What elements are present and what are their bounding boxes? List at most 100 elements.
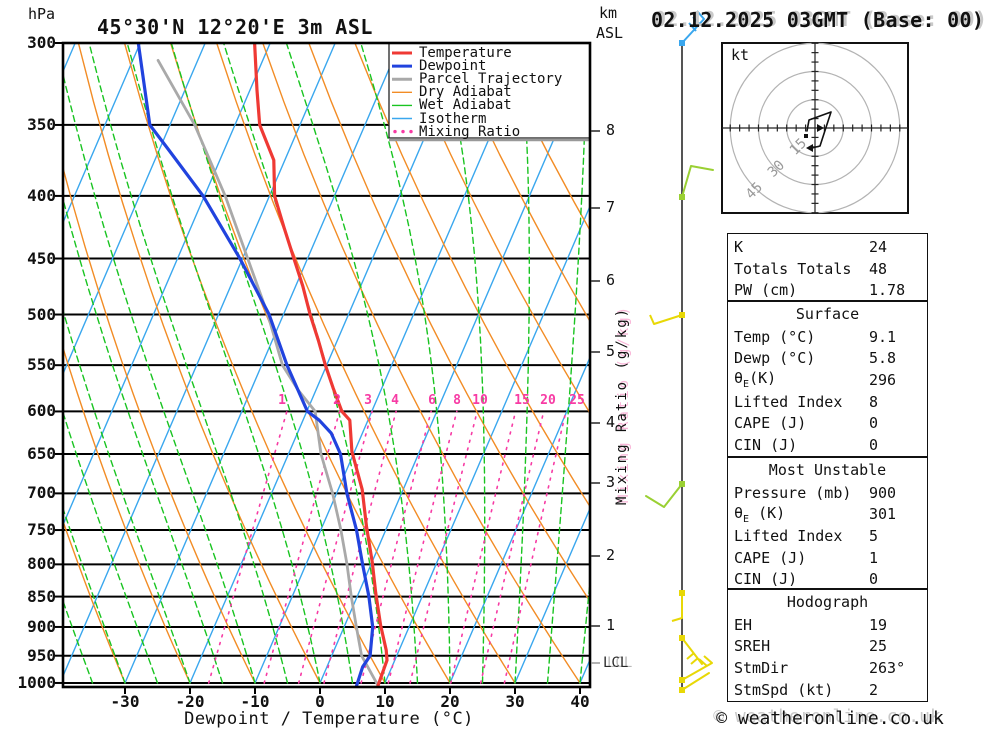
- copyright: © weatheronline.co.uk: [716, 708, 944, 729]
- lcl-marker-label: LCL: [603, 655, 629, 671]
- km-tick-label: 1: [606, 616, 616, 634]
- mixing-ratio-value-label: 15: [514, 393, 530, 408]
- table-row-value: 8: [869, 392, 879, 411]
- table-row: EH 19: [728, 614, 927, 636]
- table-row-label: Lifted Index: [734, 392, 843, 411]
- pressure-tick-label: 700: [27, 483, 56, 502]
- hodograph-unit-label: kt: [731, 46, 750, 64]
- pressure-tick-label: 650: [27, 444, 56, 463]
- wind-barb: [681, 672, 710, 691]
- mixing-ratio-value-label: 25: [569, 393, 585, 408]
- wind-barb-column: [645, 10, 714, 693]
- legend-entry-label: Wet Adiabat: [419, 97, 512, 113]
- table-row: Dewp (°C) 5.8: [728, 347, 927, 369]
- km-tick-label: 2: [606, 546, 616, 564]
- table-row: CIN (J) 0: [728, 434, 927, 456]
- table-row-label: Lifted Index: [734, 526, 843, 545]
- table-row-value: 19: [869, 615, 888, 634]
- table-row-label: CAPE (J): [734, 548, 807, 567]
- table-row: CIN (J) 0: [728, 568, 927, 590]
- wind-barb-marker: [679, 687, 685, 693]
- x-axis-label: Dewpoint / Temperature (°C): [184, 709, 474, 729]
- pressure-tick-label: 500: [27, 305, 56, 324]
- pressure-tick-label: 850: [27, 587, 56, 606]
- table-row: SREH 25: [728, 635, 927, 657]
- table-row: Pressure (mb) 900: [728, 482, 927, 504]
- table-row-label: CIN (J): [734, 435, 798, 454]
- table-row: Lifted Index 5: [728, 525, 927, 547]
- pressure-tick-label: 750: [27, 520, 56, 539]
- wind-barb: [681, 662, 713, 681]
- chart-title: 45°30'N 12°20'E 3m ASL: [97, 15, 373, 39]
- temperature-tick-label: 30: [505, 692, 525, 711]
- wind-barb-marker: [679, 40, 685, 46]
- dry-adiabat-line: [63, 165, 256, 684]
- table-row-label: PW (cm): [734, 281, 798, 300]
- run-datetime: 02.12.2025 03GMT (Base: 00): [651, 8, 985, 32]
- table-row-value: 0: [869, 435, 879, 454]
- pressure-tick-label: 350: [27, 115, 56, 134]
- pressure-tick-label: 300: [27, 33, 56, 52]
- mixing-ratio-value-label: 4: [391, 393, 399, 408]
- mixing-ratio-value-label: 6: [428, 393, 436, 408]
- table-row-value: 263°: [869, 658, 906, 677]
- temperature-tick-label: 10: [375, 692, 395, 711]
- temperature-tick-label: 20: [440, 692, 460, 711]
- index-table-section: Surface Temp (°C) 9.1 Dewp (°C) 5.8 θE(K) 296 L…: [727, 301, 928, 457]
- wind-barb: [681, 165, 714, 198]
- index-table-section: Hodograph EH 19 SREH 25 StmDir 263° StmSpd (kt)…: [727, 589, 928, 702]
- temperature-tick-label: 40: [570, 692, 590, 711]
- pressure-axis-unit: hPa: [28, 5, 56, 23]
- km-tick-label: 8: [606, 121, 616, 139]
- wind-barb-marker: [679, 312, 685, 318]
- table-row-label: SREH: [734, 637, 771, 656]
- table-row: Lifted Index 8: [728, 391, 927, 413]
- table-row-value: 9.1: [869, 327, 897, 346]
- index-table-section: Most Unstable Pressure (mb) 900 θE (K) 301 Li…: [727, 457, 928, 589]
- pressure-tick-label: 600: [27, 401, 56, 420]
- mixing-ratio-value-label: 20: [540, 393, 556, 408]
- temperature-tick-label: 0: [315, 692, 325, 711]
- table-section-header: Hodograph: [786, 593, 869, 611]
- wind-barb-marker: [679, 590, 685, 596]
- table-row-label: θE(K): [734, 369, 777, 391]
- wind-barb-marker: [679, 194, 685, 200]
- temperature-tick-label: -10: [240, 692, 270, 711]
- table-row-value: 2: [869, 680, 879, 699]
- wind-barb-marker: [679, 635, 685, 641]
- mixing-ratio-value-label: 3: [364, 393, 372, 408]
- temperature-tick-label: -20: [175, 692, 205, 711]
- table-section-header: Most Unstable: [768, 461, 887, 479]
- legend-entry-label: Mixing Ratio: [419, 124, 521, 140]
- table-row-label: Dewp (°C): [734, 349, 816, 368]
- table-row: CAPE (J) 0: [728, 412, 927, 434]
- km-tick-label: 5: [606, 342, 616, 360]
- index-table-section: K 24 Totals Totals 48 PW (cm) 1.78: [727, 233, 928, 301]
- pressure-tick-label: 550: [27, 355, 56, 374]
- pressure-tick-label: 1000: [17, 673, 56, 692]
- pressure-tick-label: 950: [27, 646, 56, 665]
- km-tick-label: 3: [606, 473, 616, 491]
- mixing-ratio-axis-label: Mixing Ratio (g/kg): [614, 306, 630, 506]
- table-row-label: StmSpd (kt): [734, 680, 834, 699]
- wind-barb: [645, 483, 683, 508]
- table-row-value: 1: [869, 548, 879, 567]
- table-row-label: StmDir: [734, 658, 789, 677]
- table-row: θE (K) 301: [728, 503, 927, 525]
- table-section-header: Surface: [795, 305, 860, 323]
- wind-barb: [653, 314, 683, 325]
- mixing-ratio-line: [479, 410, 545, 684]
- wind-barb-marker: [679, 481, 685, 487]
- table-row-value: 25: [869, 637, 888, 656]
- table-row-value: 296: [869, 370, 897, 389]
- pressure-tick-label: 900: [27, 617, 56, 636]
- mixing-ratio-value-label: 1: [278, 393, 286, 408]
- table-row-label: θE (K): [734, 503, 786, 525]
- table-row-label: Totals Totals: [734, 259, 852, 278]
- table-row-value: 301: [869, 505, 897, 524]
- km-tick-label: 7: [606, 198, 616, 216]
- table-row-value: 1.78: [869, 281, 906, 300]
- table-row-value: 0: [869, 414, 879, 433]
- isotherm-line: [124, 43, 401, 684]
- table-row: Totals Totals 48: [728, 258, 927, 280]
